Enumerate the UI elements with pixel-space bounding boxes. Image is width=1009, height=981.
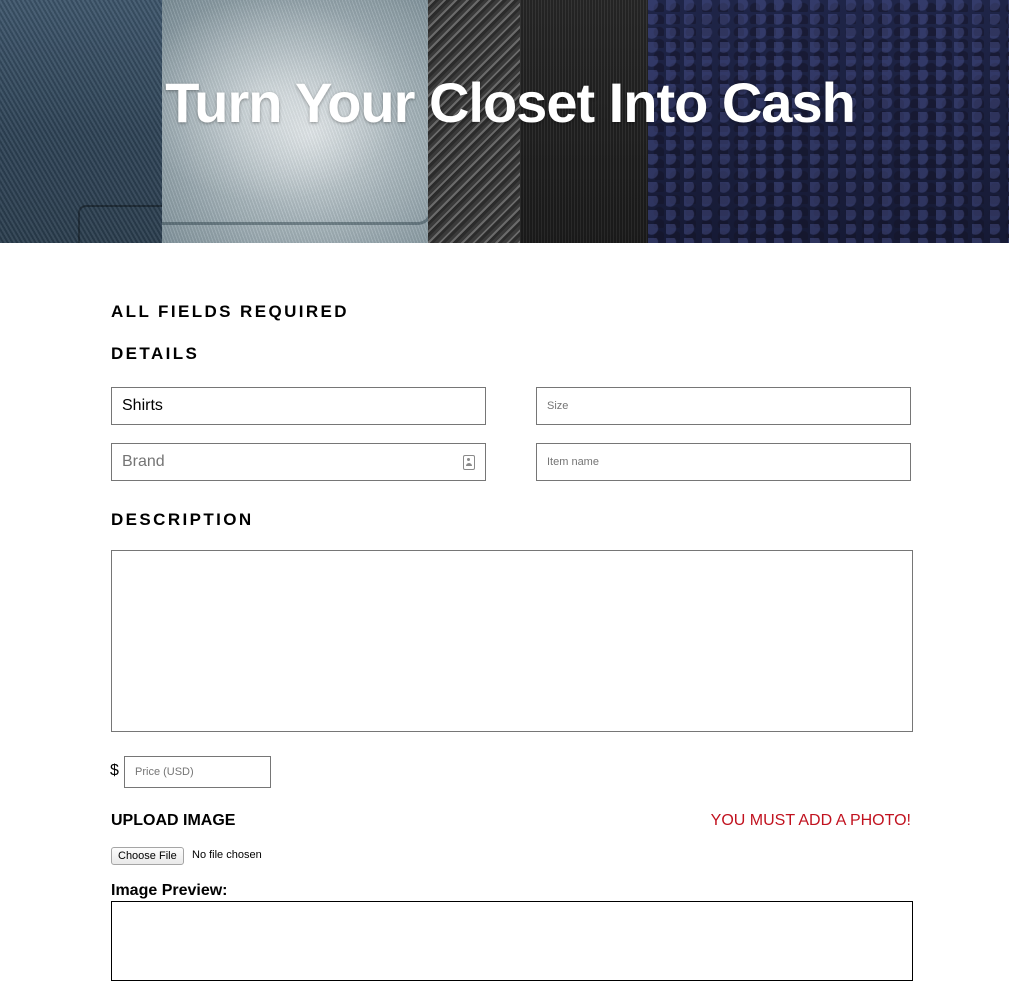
currency-symbol: $ [110,762,119,779]
category-field[interactable] [111,387,486,425]
details-heading: DETAILS [111,344,200,363]
size-field[interactable] [536,387,911,425]
photo-warning: YOU MUST ADD A PHOTO! [710,812,911,829]
page-title: Turn Your Closet Into Cash [165,71,856,134]
hero-banner: Turn Your Closet Into Cash [0,0,1009,243]
file-status-text: No file chosen [192,849,262,861]
upload-image-label: UPLOAD IMAGE [111,812,236,829]
item-name-field[interactable] [536,443,911,481]
contact-card-icon[interactable] [463,455,475,470]
price-field[interactable] [124,756,271,788]
description-textarea[interactable] [111,550,913,732]
image-preview-box [111,901,913,981]
required-note: ALL FIELDS REQUIRED [111,302,349,321]
brand-field[interactable] [111,443,486,481]
description-heading: DESCRIPTION [111,510,254,529]
image-preview-label: Image Preview: [111,882,228,899]
choose-file-button[interactable]: Choose File [111,847,184,865]
